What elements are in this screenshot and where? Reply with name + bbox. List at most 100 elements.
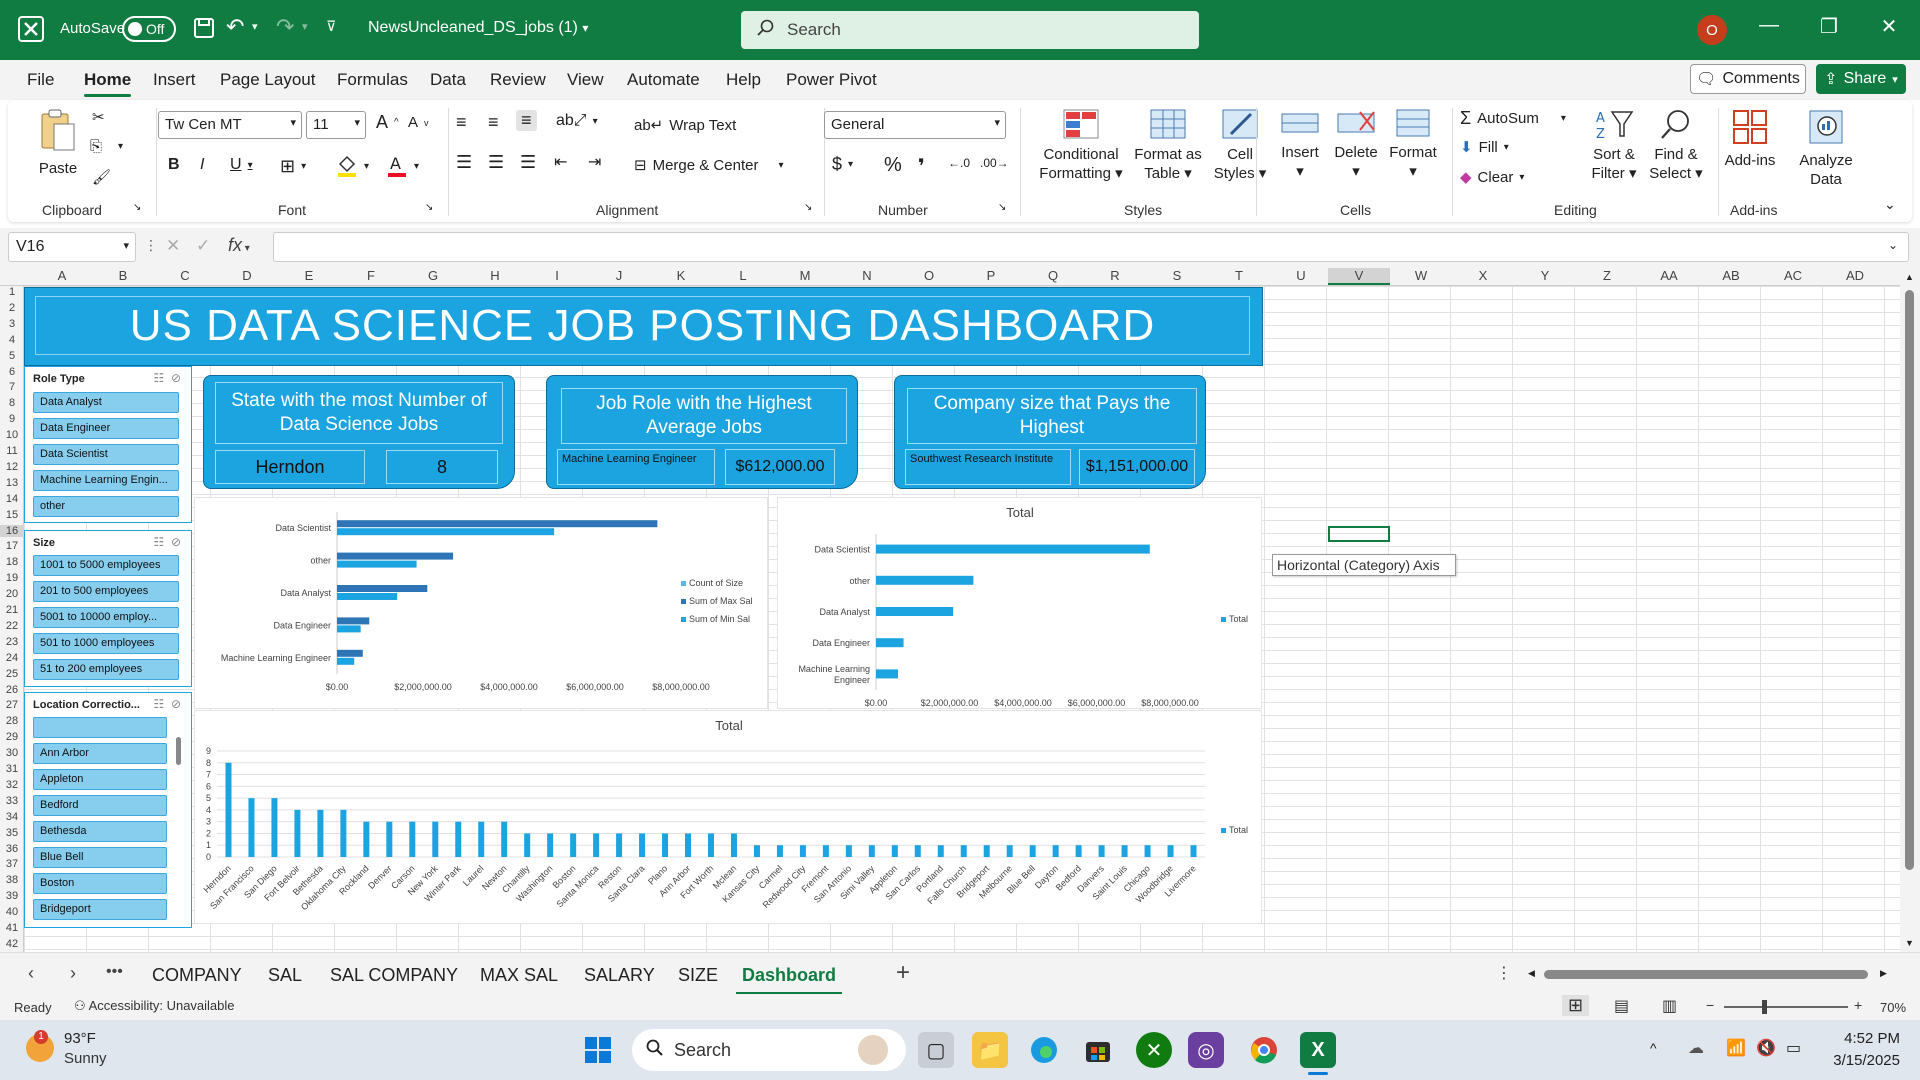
- scroll-right-icon[interactable]: ▶: [1880, 968, 1887, 979]
- zoom-out-icon[interactable]: −: [1706, 997, 1714, 1013]
- autosum-button[interactable]: Σ AutoSum ▾: [1460, 108, 1566, 129]
- scroll-left-icon[interactable]: ◀: [1528, 968, 1535, 979]
- sheet-tab-company[interactable]: COMPANY: [152, 965, 242, 986]
- row-header[interactable]: 20: [0, 588, 24, 600]
- font-color-icon[interactable]: A ▾: [386, 154, 419, 178]
- row-header[interactable]: 39: [0, 890, 24, 902]
- tab-review[interactable]: Review: [490, 70, 546, 90]
- next-sheet-icon[interactable]: ›: [70, 963, 76, 984]
- column-header[interactable]: X: [1452, 268, 1514, 283]
- row-header[interactable]: 31: [0, 763, 24, 775]
- row-header[interactable]: 23: [0, 636, 24, 648]
- row-header[interactable]: 40: [0, 906, 24, 918]
- slicer-item[interactable]: Data Engineer: [33, 418, 179, 439]
- tab-home[interactable]: Home: [84, 70, 132, 97]
- row-header[interactable]: 37: [0, 858, 24, 870]
- row-header[interactable]: 9: [0, 413, 24, 425]
- align-center-icon[interactable]: ☰: [488, 152, 504, 173]
- borders-icon[interactable]: ⊞ ▾: [280, 156, 306, 177]
- orientation-icon[interactable]: ab⤢ ▾: [556, 112, 598, 130]
- column-header[interactable]: AD: [1824, 268, 1886, 283]
- customize-toolbar-icon[interactable]: ⊽: [326, 18, 336, 35]
- column-header[interactable]: M: [774, 268, 836, 283]
- column-header[interactable]: AC: [1762, 268, 1824, 283]
- format-cells-button[interactable]: Format ▾: [1382, 108, 1444, 181]
- redo-dropdown-icon[interactable]: ▾: [302, 20, 308, 33]
- tab-automate[interactable]: Automate: [627, 70, 700, 90]
- kpi-card-top-role[interactable]: Job Role with the Highest Average Jobs M…: [546, 375, 858, 489]
- kpi-card-top-company[interactable]: Company size that Pays the Highest South…: [894, 375, 1206, 489]
- decrease-indent-icon[interactable]: ⇤: [554, 152, 567, 172]
- row-header[interactable]: 30: [0, 747, 24, 759]
- file-explorer-icon[interactable]: 📁: [972, 1032, 1008, 1068]
- number-format-select[interactable]: General ▾: [824, 111, 1006, 139]
- excel-taskbar-icon[interactable]: X: [1300, 1032, 1336, 1068]
- tab-view[interactable]: View: [567, 70, 604, 90]
- tab-formulas[interactable]: Formulas: [337, 70, 408, 90]
- column-header[interactable]: AB: [1700, 268, 1762, 283]
- conditional-formatting-button[interactable]: Conditional Formatting ▾: [1026, 108, 1136, 183]
- row-header[interactable]: 42: [0, 938, 24, 950]
- delete-cells-button[interactable]: Delete ▾: [1326, 108, 1386, 181]
- file-name[interactable]: NewsUncleaned_DS_jobs (1) ▾: [368, 19, 588, 37]
- page-break-view-icon[interactable]: ▥: [1662, 996, 1677, 1016]
- row-header[interactable]: 38: [0, 874, 24, 886]
- row-header[interactable]: 33: [0, 795, 24, 807]
- weather-condition[interactable]: Sunny: [64, 1050, 107, 1067]
- undo-icon[interactable]: ↶: [226, 14, 244, 40]
- save-icon[interactable]: [192, 16, 216, 40]
- row-header[interactable]: 4: [0, 334, 24, 346]
- column-header[interactable]: B: [92, 268, 154, 283]
- row-header[interactable]: 8: [0, 397, 24, 409]
- row-header[interactable]: 18: [0, 556, 24, 568]
- more-options-icon[interactable]: ⋮: [144, 237, 158, 254]
- sheet-tab-sal-company[interactable]: SAL COMPANY: [330, 965, 458, 986]
- slicer-item[interactable]: other: [33, 496, 179, 517]
- slicer-item[interactable]: Bethesda: [33, 821, 167, 842]
- prev-sheet-icon[interactable]: ‹: [28, 963, 34, 984]
- sheet-tab-sal[interactable]: SAL: [268, 965, 302, 986]
- maximize-icon[interactable]: ❐: [1809, 14, 1849, 39]
- align-right-icon[interactable]: ☰: [520, 152, 536, 173]
- fill-button[interactable]: ⬇ Fill ▾: [1460, 138, 1509, 157]
- row-header[interactable]: 27: [0, 699, 24, 711]
- row-header[interactable]: 13: [0, 477, 24, 489]
- row-header[interactable]: 29: [0, 731, 24, 743]
- row-header[interactable]: 24: [0, 652, 24, 664]
- selected-cell-v16[interactable]: [1328, 526, 1390, 542]
- align-middle-icon[interactable]: ≡: [488, 112, 499, 133]
- column-header[interactable]: Q: [1022, 268, 1084, 283]
- slicer-role-type[interactable]: Role Type ☷ ⊘ Data Analyst Data Engineer…: [24, 366, 192, 523]
- copy-icon[interactable]: ⎘ ▾: [90, 138, 123, 155]
- dialog-launcher-icon[interactable]: ↘: [804, 202, 812, 213]
- zoom-slider-thumb[interactable]: [1762, 1000, 1767, 1014]
- currency-icon[interactable]: $ ▾: [832, 154, 853, 175]
- cell-styles-button[interactable]: Cell Styles ▾: [1208, 108, 1272, 183]
- zoom-level[interactable]: 70%: [1880, 1000, 1906, 1015]
- row-header[interactable]: 26: [0, 684, 24, 696]
- vertical-scrollbar[interactable]: ▲ ▼: [1900, 266, 1920, 952]
- format-as-table-button[interactable]: Format as Table ▾: [1126, 108, 1210, 183]
- column-header[interactable]: G: [402, 268, 464, 283]
- slicer-item[interactable]: Bridgeport: [33, 899, 167, 920]
- dialog-launcher-icon[interactable]: ↘: [998, 202, 1006, 213]
- row-header[interactable]: 19: [0, 572, 24, 584]
- row-header[interactable]: 10: [0, 429, 24, 441]
- column-header[interactable]: P: [960, 268, 1022, 283]
- avatar[interactable]: O: [1697, 15, 1727, 45]
- column-header[interactable]: U: [1270, 268, 1332, 283]
- cloud-icon[interactable]: ☁: [1688, 1038, 1704, 1058]
- column-header[interactable]: A: [31, 268, 93, 283]
- cut-icon[interactable]: ✂: [92, 108, 105, 126]
- slicer-controls[interactable]: ☷ ⊘: [154, 535, 182, 549]
- weather-temp[interactable]: 93°F: [64, 1030, 96, 1047]
- zoom-in-icon[interactable]: +: [1854, 997, 1862, 1013]
- slicer-controls[interactable]: ☷ ⊘: [154, 371, 182, 385]
- row-header[interactable]: 22: [0, 620, 24, 632]
- slicer-controls[interactable]: ☷ ⊘: [154, 697, 182, 711]
- formula-input[interactable]: [273, 232, 1909, 262]
- comma-style-icon[interactable]: ❜: [918, 154, 925, 179]
- zoom-slider[interactable]: [1724, 1000, 1848, 1014]
- sheet-tab-salary[interactable]: SALARY: [584, 965, 655, 986]
- collapse-ribbon-icon[interactable]: ⌄: [1884, 196, 1896, 213]
